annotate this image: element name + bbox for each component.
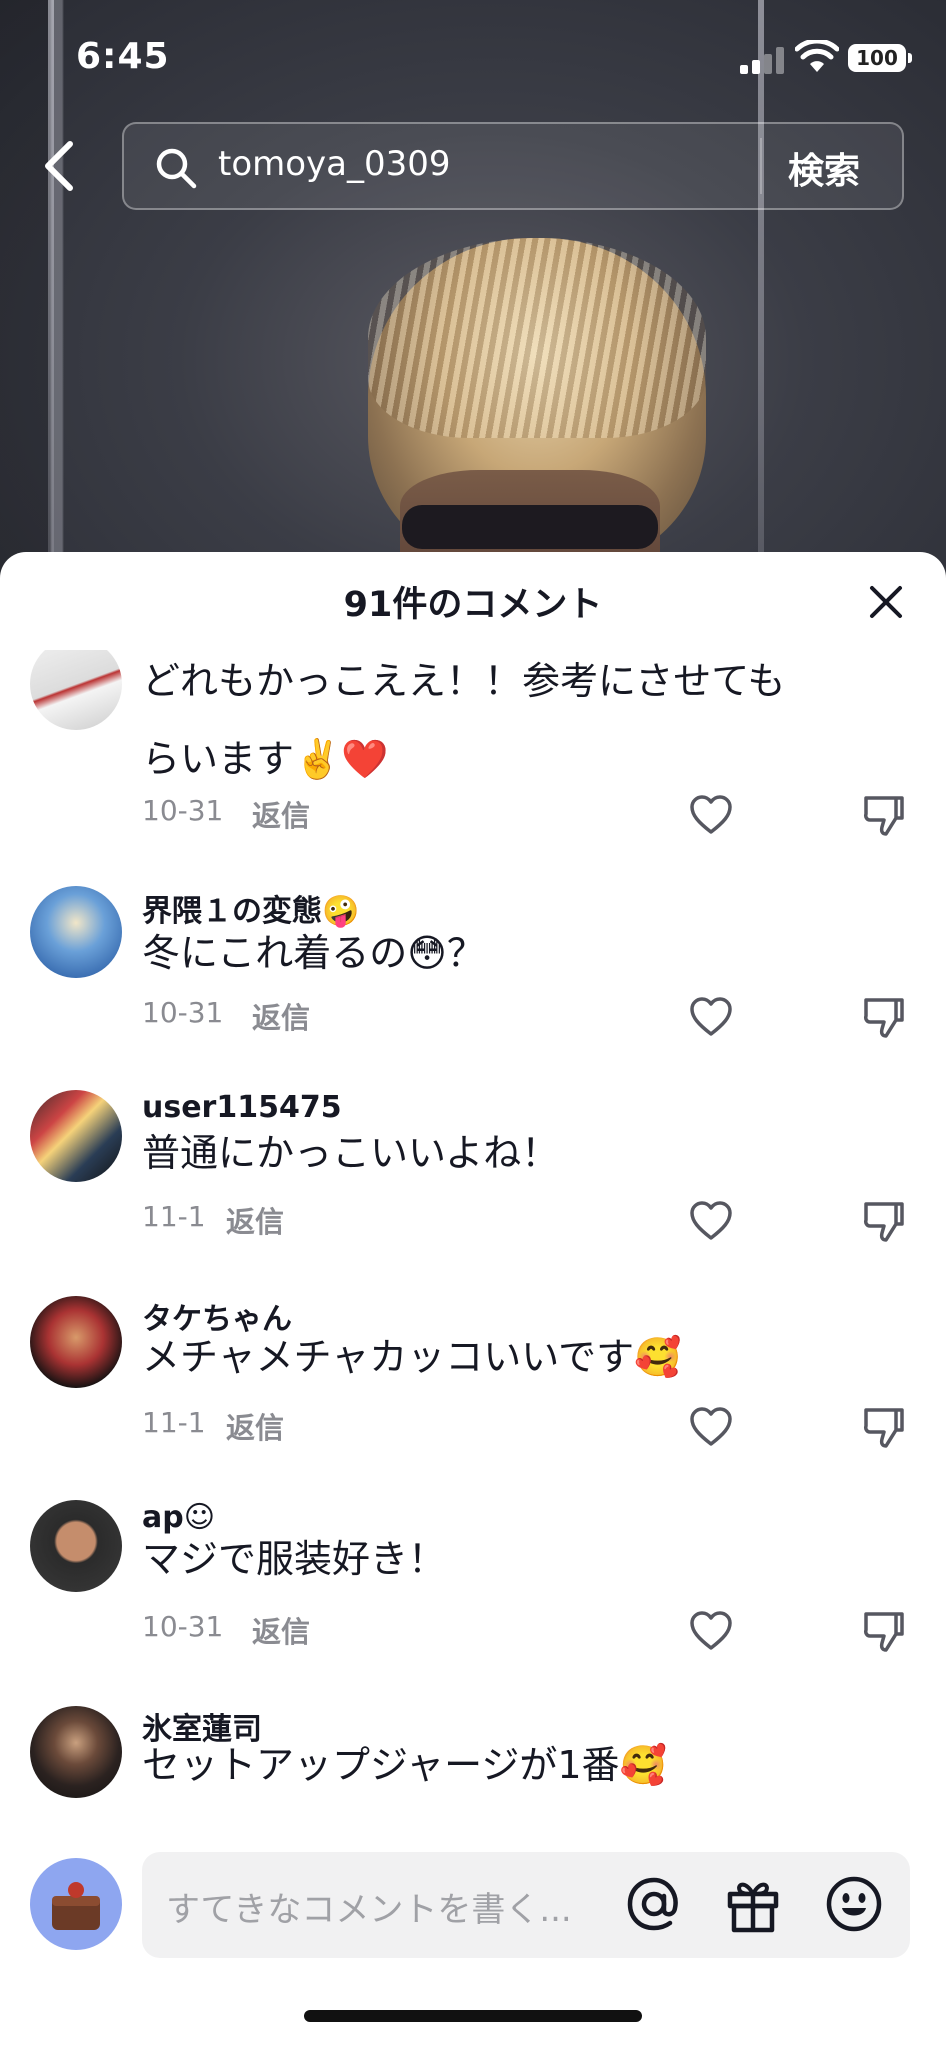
video-person-hair — [368, 238, 706, 438]
avatar[interactable] — [30, 1500, 122, 1592]
comment-item: タケちゃん メチャメチャカッコいいです🥰 11-1 返信 — [0, 1294, 946, 1464]
home-indicator[interactable] — [304, 2010, 642, 2022]
battery-indicator: 100 — [848, 44, 912, 72]
dislike-icon[interactable] — [862, 792, 906, 838]
comment-item: どれもかっこええ！！参考にさせてもらいます✌️❤️ 10-31 返信 — [0, 650, 946, 840]
comment-date: 11-1 — [142, 1406, 206, 1439]
search-divider — [760, 138, 762, 194]
comment-text: メチャメチャカッコいいです🥰 — [142, 1335, 682, 1379]
heart-icon[interactable] — [688, 1610, 734, 1652]
comment-text: 普通にかっこいいよね！ — [142, 1131, 560, 1175]
search-submit-button[interactable]: 検索 — [788, 142, 860, 194]
close-icon[interactable] — [866, 582, 906, 622]
comment-text: セットアップジャージが1番🥰 — [142, 1743, 667, 1787]
dislike-icon[interactable] — [862, 1404, 906, 1450]
comment-date: 10-31 — [142, 794, 224, 827]
comment-composer: すてきなコメントを書く... — [0, 1826, 946, 1958]
comment-text: どれもかっこええ！！参考にさせてもらいます✌️❤️ — [142, 659, 786, 781]
comment-input-placeholder: すてきなコメントを書く... — [166, 1890, 572, 1930]
dislike-icon[interactable] — [862, 1198, 906, 1244]
avatar[interactable] — [30, 886, 122, 978]
reply-button[interactable]: 返信 — [252, 793, 310, 835]
comment-item: 界隈１の変態🤪 冬にこれ着るの😳？ 10-31 返信 — [0, 886, 946, 1056]
reply-button[interactable]: 返信 — [226, 1405, 284, 1447]
comment-item: user115475 普通にかっこいいよね！ 11-1 返信 — [0, 1090, 946, 1260]
mention-at-icon[interactable] — [624, 1874, 684, 1934]
search-bar[interactable]: tomoya_0309 検索 — [122, 122, 904, 210]
heart-icon[interactable] — [688, 1200, 734, 1242]
avatar[interactable] — [30, 1296, 122, 1388]
comment-date: 10-31 — [142, 1610, 224, 1643]
avatar[interactable] — [30, 650, 122, 730]
reply-button[interactable]: 返信 — [252, 995, 310, 1037]
comment-text: マジで服装好き！ — [142, 1537, 447, 1581]
comment-list: どれもかっこええ！！参考にさせてもらいます✌️❤️ 10-31 返信 界隈１の変… — [0, 650, 946, 1830]
reply-button[interactable]: 返信 — [226, 1199, 284, 1241]
search-input[interactable]: tomoya_0309 — [218, 144, 451, 184]
search-icon — [156, 148, 197, 189]
cake-icon — [52, 1882, 100, 1930]
comment-item: ap☺ マジで服装好き！ 10-31 返信 — [0, 1500, 946, 1670]
avatar[interactable] — [30, 1706, 122, 1798]
back-chevron-icon[interactable] — [38, 138, 82, 194]
comment-item: 氷室蓮司 セットアップジャージが1番🥰 — [0, 1704, 946, 1830]
status-bar: 6:45 100 — [0, 0, 946, 110]
status-time: 6:45 — [76, 36, 170, 77]
comment-input[interactable]: すてきなコメントを書く... — [142, 1852, 910, 1958]
video-person-sunglasses — [402, 505, 658, 549]
emoji-icon[interactable] — [824, 1874, 884, 1934]
dislike-icon[interactable] — [862, 994, 906, 1040]
dislike-icon[interactable] — [862, 1608, 906, 1654]
comments-sheet: 91件のコメント どれもかっこええ！！参考にさせてもらいます✌️❤️ 10-31… — [0, 552, 946, 2048]
heart-icon[interactable] — [688, 1406, 734, 1448]
wifi-icon — [795, 40, 839, 72]
comment-text: 冬にこれ着るの😳？ — [142, 931, 485, 975]
my-avatar[interactable] — [30, 1858, 122, 1950]
reply-button[interactable]: 返信 — [252, 1609, 310, 1651]
comment-date: 11-1 — [142, 1200, 206, 1233]
comment-date: 10-31 — [142, 996, 224, 1029]
gift-icon[interactable] — [724, 1874, 782, 1934]
avatar[interactable] — [30, 1090, 122, 1182]
comments-title: 91件のコメント — [343, 585, 603, 625]
heart-icon[interactable] — [688, 794, 734, 836]
heart-icon[interactable] — [688, 996, 734, 1038]
cellular-signal-icon — [740, 46, 784, 74]
